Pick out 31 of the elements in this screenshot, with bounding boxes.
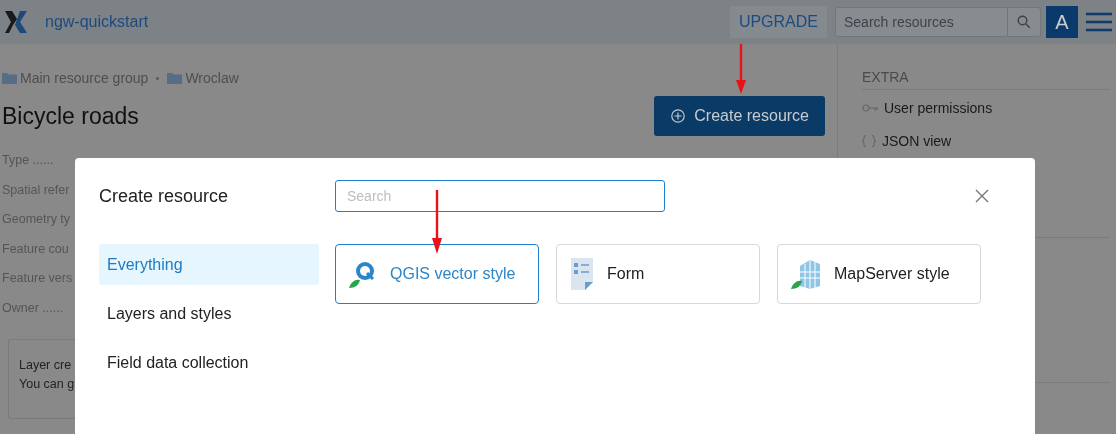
- page-title: Bicycle roads: [2, 102, 139, 130]
- search-field[interactable]: Search: [335, 180, 665, 212]
- category-item[interactable]: Everything: [99, 244, 319, 285]
- upgrade-button[interactable]: UPGRADE: [729, 6, 827, 38]
- form-icon: [569, 258, 595, 290]
- category-item[interactable]: Layers and styles: [99, 293, 319, 334]
- notice-text: You can g: [19, 377, 75, 391]
- resource-card[interactable]: MapServer style: [777, 244, 981, 304]
- folder-icon: [167, 72, 183, 84]
- building-leaf-icon: [790, 258, 822, 290]
- separator-dot: [156, 76, 160, 80]
- search-field[interactable]: Search resources: [835, 7, 1008, 37]
- avatar-button[interactable]: A: [1046, 6, 1078, 38]
- sidebar-link[interactable]: JSON view: [882, 132, 952, 149]
- category-item[interactable]: Field data collection: [99, 342, 319, 383]
- search-icon: [1017, 15, 1031, 29]
- sidebar-heading: EXTRA: [862, 69, 1110, 90]
- key-icon: [862, 103, 878, 112]
- close-icon[interactable]: [975, 189, 989, 203]
- plus-circle-icon: [671, 109, 686, 123]
- create-resource-button[interactable]: Create resource: [654, 96, 825, 136]
- dialog-title: Create resource: [99, 185, 230, 207]
- resource-card[interactable]: QGIS vector style: [335, 244, 539, 304]
- notice-text: Layer cre: [19, 358, 72, 372]
- search-button[interactable]: [1008, 7, 1041, 37]
- resource-card[interactable]: Form: [556, 244, 760, 304]
- menu-icon[interactable]: [1086, 12, 1112, 32]
- folder-icon: [2, 72, 17, 84]
- braces-icon: [862, 134, 876, 147]
- sidebar-link[interactable]: User permissions: [884, 99, 993, 116]
- logo-icon[interactable]: [5, 11, 27, 33]
